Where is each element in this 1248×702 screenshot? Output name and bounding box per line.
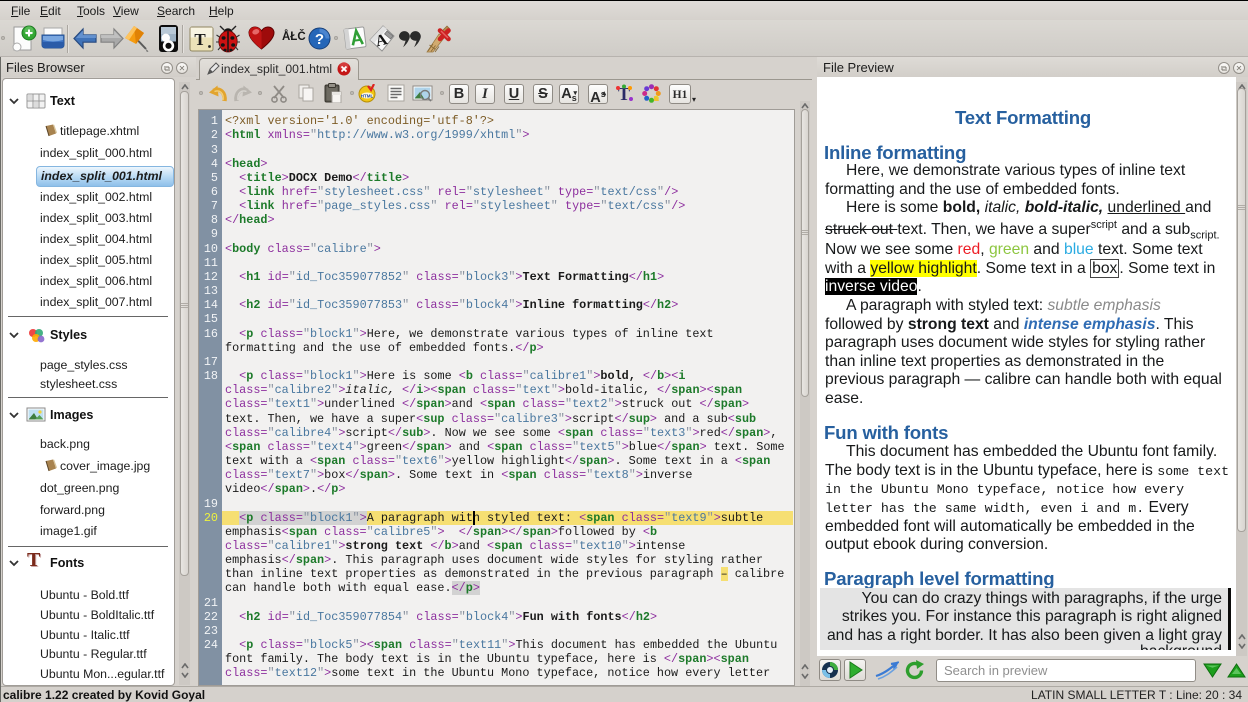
svg-text:HTML: HTML (361, 94, 374, 99)
svg-text:?: ? (315, 31, 324, 48)
svg-text:T: T (194, 30, 206, 49)
